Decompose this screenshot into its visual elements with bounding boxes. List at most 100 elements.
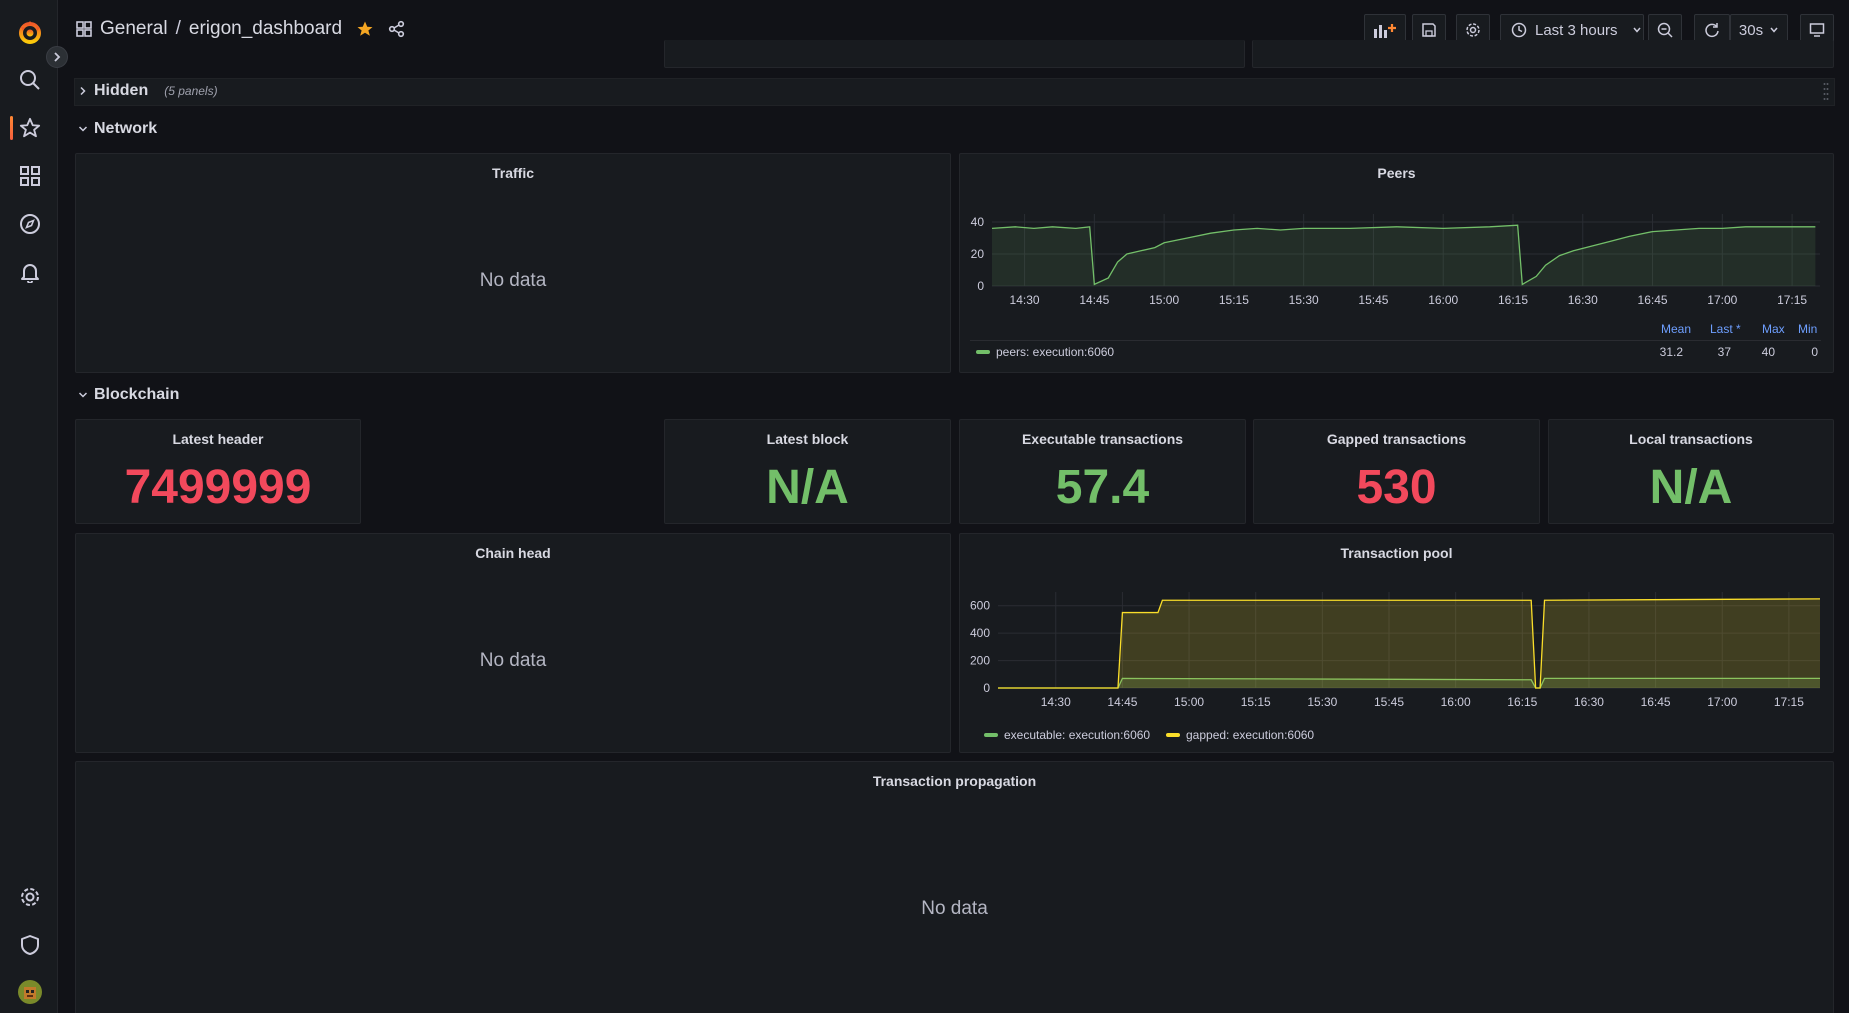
row-title-blockchain[interactable]: Blockchain (78, 386, 179, 404)
no-data-message: No data (479, 650, 547, 671)
legend-swatch (1166, 733, 1180, 737)
x-tick-label: 17:15 (1777, 293, 1807, 307)
chevron-down-icon (1632, 27, 1641, 33)
refresh-icon (1705, 23, 1719, 38)
x-tick-label: 15:30 (1289, 293, 1319, 307)
stat-value: 530 (1356, 461, 1437, 514)
grafana-logo-icon[interactable] (14, 16, 46, 48)
legend-value-max: 40 (1761, 345, 1775, 359)
chevron-down-icon (1770, 27, 1778, 33)
panel-latest-block[interactable]: Latest block N/A (664, 419, 951, 524)
alerting-bell-icon[interactable] (14, 256, 46, 288)
y-tick-label: 200 (970, 654, 990, 668)
breadcrumb-folder-link[interactable]: General (100, 18, 168, 40)
x-tick-label: 14:30 (1010, 293, 1040, 307)
x-tick-label: 16:00 (1428, 293, 1458, 307)
panel-title[interactable]: Peers (960, 165, 1833, 181)
x-tick-label: 14:30 (1041, 695, 1071, 709)
panel-local-transactions[interactable]: Local transactions N/A (1548, 419, 1834, 524)
save-icon (1422, 23, 1436, 37)
x-tick-label: 15:15 (1241, 695, 1271, 709)
dashboard-grid-icon (76, 21, 92, 37)
panel-executable-transactions[interactable]: Executable transactions 57.4 (959, 419, 1246, 524)
panel-title[interactable]: Transaction pool (960, 545, 1833, 561)
panel-peers[interactable]: Peers 0 20 40 14:30 14:45 15:00 15:15 15:30 15:4… (959, 153, 1834, 373)
explore-compass-icon[interactable] (14, 208, 46, 240)
dashboard-title[interactable]: erigon_dashboard (189, 18, 342, 40)
row-hidden-panel-count: (5 panels) (164, 84, 218, 98)
x-tick-label: 15:45 (1374, 695, 1404, 709)
panel-title[interactable]: Chain head (76, 545, 950, 561)
collapsed-row-hidden[interactable] (74, 78, 1835, 106)
x-tick-label: 14:45 (1079, 293, 1109, 307)
x-tick-label: 15:15 (1219, 293, 1249, 307)
legend-item-gapped[interactable]: gapped: execution:6060 (1166, 728, 1314, 742)
x-tick-label: 15:45 (1358, 293, 1388, 307)
legend-swatch (984, 733, 998, 737)
x-tick-label: 15:00 (1149, 293, 1179, 307)
panel-traffic[interactable]: Traffic No data (75, 153, 951, 373)
series-area (998, 598, 1820, 688)
x-tick-label: 16:30 (1568, 293, 1598, 307)
chevron-right-icon (80, 86, 86, 96)
panel-transaction-pool[interactable]: Transaction pool 0 200 400 600 14:30 14:45 15:… (959, 533, 1834, 753)
breadcrumb: General / erigon_dashboard (76, 18, 406, 40)
panel-title[interactable]: Local transactions (1549, 431, 1833, 447)
starred-icon[interactable] (14, 112, 46, 144)
legend-header-max[interactable]: Max (1762, 322, 1785, 336)
user-avatar[interactable] (14, 976, 46, 1008)
legend-label: executable: execution:6060 (1004, 728, 1151, 742)
legend-header-last[interactable]: Last * (1710, 322, 1741, 336)
search-icon[interactable] (14, 64, 46, 96)
peers-chart[interactable]: 0 20 40 14:30 14:45 15:00 15:15 15:30 15:45 16:00… (960, 200, 1833, 350)
server-admin-shield-icon[interactable] (14, 929, 46, 961)
panel-title[interactable]: Gapped transactions (1254, 431, 1539, 447)
panel-gapped-transactions[interactable]: Gapped transactions 530 (1253, 419, 1540, 524)
x-tick-label: 16:00 (1441, 695, 1471, 709)
legend-header-mean[interactable]: Mean (1661, 322, 1691, 336)
x-tick-label: 16:45 (1641, 695, 1671, 709)
x-tick-label: 17:15 (1774, 695, 1804, 709)
favorite-star-icon[interactable] (356, 20, 374, 38)
y-tick-label: 0 (977, 279, 984, 293)
legend-divider (970, 340, 1821, 341)
x-tick-label: 16:15 (1507, 695, 1537, 709)
legend-swatch (976, 350, 990, 354)
y-tick-label: 20 (971, 247, 985, 261)
panel-title[interactable]: Latest header (76, 431, 360, 447)
zoom-out-icon (1657, 22, 1673, 38)
series-area (992, 225, 1816, 286)
panel-chain-head[interactable]: Chain head No data (75, 533, 951, 753)
row-hidden-label: Hidden (94, 82, 149, 99)
panel-title[interactable]: Transaction propagation (76, 773, 1833, 789)
y-tick-label: 40 (971, 215, 985, 229)
x-tick-label: 16:45 (1638, 293, 1668, 307)
share-icon[interactable] (388, 20, 406, 38)
row-title-hidden[interactable]: Hidden (5 panels) (78, 82, 218, 100)
configuration-gear-icon[interactable] (14, 881, 46, 913)
panel-title[interactable]: Latest block (665, 431, 950, 447)
panel-transaction-propagation[interactable]: Transaction propagation No data (75, 761, 1834, 1013)
transaction-pool-chart[interactable]: 0 200 400 600 14:30 14:45 15:00 15:15 15:30 15:45… (960, 578, 1833, 738)
sidebar (0, 0, 58, 1013)
panel-title[interactable]: Traffic (76, 165, 950, 181)
sidebar-expand-button[interactable] (46, 46, 68, 68)
legend-header-min[interactable]: Min (1798, 322, 1817, 336)
legend-item-executable[interactable]: executable: execution:6060 (984, 728, 1150, 742)
x-tick-label: 17:00 (1707, 293, 1737, 307)
row-network-label: Network (94, 120, 158, 137)
no-data-message: No data (921, 898, 988, 919)
dashboards-icon[interactable] (14, 160, 46, 192)
x-tick-label: 17:00 (1707, 695, 1737, 709)
panel-title[interactable]: Executable transactions (960, 431, 1245, 447)
panel-latest-header[interactable]: Latest header 7499999 (75, 419, 361, 524)
x-tick-label: 15:30 (1307, 695, 1337, 709)
x-tick-label: 16:30 (1574, 695, 1604, 709)
no-data-message: No data (479, 270, 547, 291)
y-tick-label: 0 (983, 681, 990, 695)
row-drag-handle[interactable] (1823, 82, 1829, 102)
monitor-icon (1809, 23, 1825, 37)
stat-value: 57.4 (1055, 461, 1150, 514)
legend-item-peers[interactable]: peers: execution:6060 (976, 345, 1114, 359)
row-title-network[interactable]: Network (78, 120, 157, 138)
